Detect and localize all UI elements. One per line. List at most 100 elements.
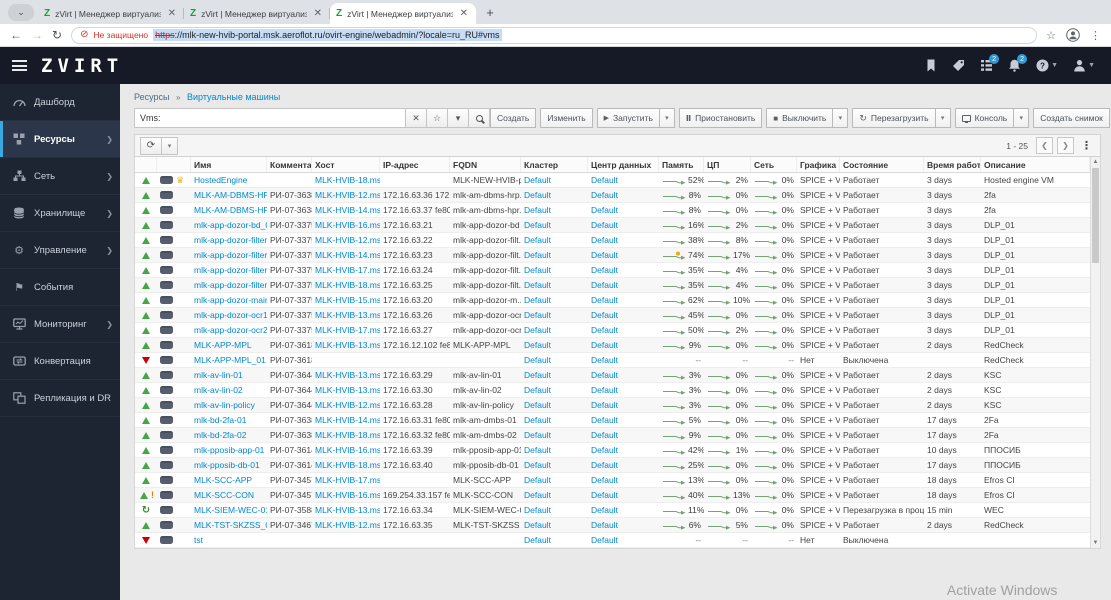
- vm-datacenter-link[interactable]: Default: [591, 370, 618, 380]
- vm-row[interactable]: mlk-pposib-db-01 РИ-07-3614 MLK-HVIB-18.ms…: [135, 458, 1090, 473]
- vm-host-link[interactable]: MLK-HVIB-17.msk.ae: [315, 325, 380, 335]
- action-button[interactable]: ▶ Запустить: [596, 108, 660, 128]
- reload-icon[interactable]: ↻: [52, 29, 62, 41]
- vm-name-link[interactable]: mlk-pposib-app-01: [194, 445, 264, 455]
- sidebar-item-gauge[interactable]: Дашборд: [0, 84, 120, 121]
- column-header-mem[interactable]: Память: [659, 157, 704, 172]
- vm-datacenter-link[interactable]: Default: [591, 490, 618, 500]
- refresh-button[interactable]: ⟳: [140, 136, 162, 155]
- vm-cluster-link[interactable]: Default: [524, 460, 551, 470]
- browser-tab-2[interactable]: ZzVirt | Менеджер виртуализа... ✕: [184, 3, 330, 24]
- browser-tab-3[interactable]: ZzVirt | Менеджер виртуализа... ✕: [330, 3, 476, 24]
- vm-datacenter-link[interactable]: Default: [591, 505, 618, 515]
- column-header-cluster[interactable]: Кластер: [521, 157, 588, 172]
- vm-row[interactable]: MLK-APP-MPL_01 РИ-07-3618 Default Default --…: [135, 353, 1090, 368]
- action-caret-button[interactable]: ▾: [1014, 108, 1030, 128]
- search-submit-button[interactable]: [469, 108, 490, 128]
- vm-host-link[interactable]: MLK-HVIB-12.msk.ae: [315, 235, 380, 245]
- vm-datacenter-link[interactable]: Default: [591, 310, 618, 320]
- forward-icon[interactable]: →: [31, 29, 43, 41]
- vm-datacenter-link[interactable]: Default: [591, 220, 618, 230]
- vm-host-link[interactable]: MLK-HVIB-18.msk.ae: [315, 460, 380, 470]
- vm-cluster-link[interactable]: Default: [524, 340, 551, 350]
- vm-host-link[interactable]: MLK-HVIB-17.msk.ae: [315, 265, 380, 275]
- vm-name-link[interactable]: HostedEngine: [194, 175, 247, 185]
- vm-cluster-link[interactable]: Default: [524, 250, 551, 260]
- vm-row[interactable]: MLK-TST-SKZSS_01 РИ-07-3467 MLK-HVIB-12.ms…: [135, 518, 1090, 533]
- action-button[interactable]: Ⅱ Приостановить: [678, 108, 763, 128]
- vm-cluster-link[interactable]: Default: [524, 415, 551, 425]
- vm-row[interactable]: mlk-pposib-app-01 РИ-07-3614 MLK-HVIB-16.m…: [135, 443, 1090, 458]
- vm-name-link[interactable]: MLK-AM-DBMS-HPR-: [194, 205, 267, 215]
- vm-host-link[interactable]: MLK-HVIB-16.msk.ae: [315, 220, 380, 230]
- vm-row[interactable]: MLK-AM-DBMS-HPR-РИ-07-3638MLK-HVIB-12.ms…: [135, 188, 1090, 203]
- column-header-uptime[interactable]: Время работы: [924, 157, 981, 172]
- column-header-net[interactable]: Сеть: [751, 157, 797, 172]
- sidebar-item-gear[interactable]: ⚙ Управление ❯: [0, 232, 120, 269]
- vm-row[interactable]: MLK-AM-DBMS-HPR-РИ-07-3638MLK-HVIB-14.ms…: [135, 203, 1090, 218]
- action-button[interactable]: Создать снимок: [1033, 108, 1110, 128]
- column-header-name[interactable]: Имя: [191, 157, 267, 172]
- grid-kebab-icon[interactable]: ⋮: [1078, 139, 1095, 152]
- sidebar-item-monitor[interactable]: Мониторинг ❯: [0, 306, 120, 343]
- vm-host-link[interactable]: MLK-HVIB-16.msk.ae: [315, 445, 380, 455]
- vm-name-link[interactable]: tst: [194, 535, 203, 545]
- vm-row[interactable]: mlk-bd-2fa-02 РИ-07-3638MLK-HVIB-18.msk.a…: [135, 428, 1090, 443]
- breadcrumb-resources-link[interactable]: Ресурсы: [134, 92, 170, 102]
- action-button[interactable]: Изменить: [540, 108, 593, 128]
- vm-name-link[interactable]: MLK-SCC-CON: [194, 490, 254, 500]
- action-caret-button[interactable]: ▾: [833, 108, 849, 128]
- vm-datacenter-link[interactable]: Default: [591, 385, 618, 395]
- vm-name-link[interactable]: mlk-app-dozor-ocr1_: [194, 310, 267, 320]
- vm-datacenter-link[interactable]: Default: [591, 250, 618, 260]
- url-bar[interactable]: ⊘ Не защищено https://mlk-new-hvib-porta…: [71, 26, 1038, 44]
- vm-row[interactable]: mlk-app-dozor-ocr1_ РИ-07-3375 MLK-HVIB-13…: [135, 308, 1090, 323]
- vm-row[interactable]: MLK-SCC-APP РИ-07-3457MLK-HVIB-17.msk.ae M…: [135, 473, 1090, 488]
- sidebar-item-storage[interactable]: Хранилище ❯: [0, 195, 120, 232]
- tab-search-button[interactable]: ⌄: [8, 4, 34, 21]
- action-button[interactable]: ■ Выключить: [766, 108, 834, 128]
- back-icon[interactable]: ←: [10, 29, 22, 41]
- vm-row[interactable]: mlk-app-dozor-bd_0 РИ-07-3375 MLK-HVIB-16.…: [135, 218, 1090, 233]
- vm-name-link[interactable]: mlk-app-dozor-filter4: [194, 280, 267, 290]
- vm-row[interactable]: ♛ HostedEngine MLK-HVIB-18.msk.ae MLK-NEW-H…: [135, 173, 1090, 188]
- vm-cluster-link[interactable]: Default: [524, 445, 551, 455]
- action-caret-button[interactable]: ▾: [935, 108, 951, 128]
- vm-row[interactable]: mlk-av-lin-policy РИ-07-3644 MLK-HVIB-12.m…: [135, 398, 1090, 413]
- vm-row[interactable]: tst Default Default -- -- -- Нет Выключена: [135, 533, 1090, 548]
- vm-host-link[interactable]: MLK-HVIB-13.msk.ae: [315, 385, 380, 395]
- vm-datacenter-link[interactable]: Default: [591, 475, 618, 485]
- vm-host-link[interactable]: MLK-HVIB-13.msk.ae: [315, 310, 380, 320]
- column-header-host[interactable]: Хост: [312, 157, 380, 172]
- vm-cluster-link[interactable]: Default: [524, 520, 551, 530]
- tab-close-icon[interactable]: ✕: [166, 8, 178, 19]
- vm-cluster-link[interactable]: Default: [524, 325, 551, 335]
- browser-menu-icon[interactable]: ⋮: [1090, 29, 1101, 42]
- column-header-cpu[interactable]: ЦП: [704, 157, 751, 172]
- vm-row[interactable]: mlk-app-dozor-filter1 РИ-07-3375 MLK-HVIB-…: [135, 233, 1090, 248]
- action-button[interactable]: ↻ Перезагрузить: [852, 108, 936, 128]
- search-input[interactable]: Vms:: [134, 108, 406, 128]
- vm-row[interactable]: MLK-APP-MPL РИ-07-3618MLK-HVIB-13.msk.ae1…: [135, 338, 1090, 353]
- vm-host-link[interactable]: MLK-HVIB-18.msk.ae: [315, 175, 380, 185]
- scroll-up-icon[interactable]: ▲: [1091, 157, 1100, 167]
- vm-cluster-link[interactable]: Default: [524, 295, 551, 305]
- vm-datacenter-link[interactable]: Default: [591, 400, 618, 410]
- vm-name-link[interactable]: MLK-AM-DBMS-HPR-: [194, 190, 267, 200]
- vm-row[interactable]: ↻ MLK-SIEM-WEC-01 РИ-07-3588 MLK-HVIB-13.ms…: [135, 503, 1090, 518]
- column-header-comment[interactable]: Комментарий: [267, 157, 312, 172]
- tab-close-icon[interactable]: ✕: [458, 8, 470, 19]
- vm-host-link[interactable]: MLK-HVIB-14.msk.ae: [315, 250, 380, 260]
- vm-cluster-link[interactable]: Default: [524, 205, 551, 215]
- vm-cluster-link[interactable]: Default: [524, 235, 551, 245]
- column-header-graphics[interactable]: Графика: [797, 157, 840, 172]
- next-page-button[interactable]: ❯: [1057, 137, 1074, 154]
- vm-host-link[interactable]: MLK-HVIB-15.msk.ae: [315, 295, 380, 305]
- vm-cluster-link[interactable]: Default: [524, 535, 551, 545]
- vm-host-link[interactable]: MLK-HVIB-13.msk.ae: [315, 370, 380, 380]
- vm-datacenter-link[interactable]: Default: [591, 460, 618, 470]
- refresh-dropdown-button[interactable]: ▾: [162, 136, 178, 155]
- vm-row[interactable]: mlk-app-dozor-main РИ-07-3375 MLK-HVIB-15.…: [135, 293, 1090, 308]
- scrollbar-thumb[interactable]: [1092, 168, 1099, 263]
- search-bookmark-button[interactable]: ☆: [427, 108, 448, 128]
